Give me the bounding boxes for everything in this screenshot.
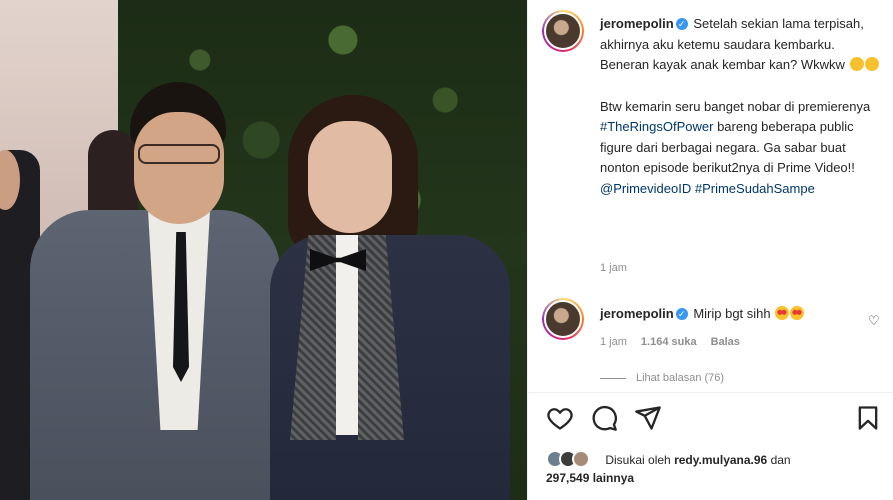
- comment-username[interactable]: jeromepolin: [600, 306, 674, 321]
- post-photo[interactable]: [0, 0, 527, 500]
- share-icon[interactable]: [634, 404, 662, 432]
- caption-text-a: Btw kemarin seru banget nobar di premier…: [600, 98, 871, 114]
- comment-icon[interactable]: [590, 404, 618, 432]
- instagram-post: jeromepolin ✓ Setelah sekian lama terpisa…: [0, 0, 893, 500]
- heart-icon[interactable]: [546, 404, 574, 432]
- author-avatar[interactable]: [542, 10, 584, 52]
- liked-by-user[interactable]: redy.mulyana.96: [674, 453, 767, 467]
- caption-username[interactable]: jeromepolin: [600, 16, 674, 31]
- verified-badge-icon: ✓: [675, 18, 688, 30]
- mention-link[interactable]: @PrimevideoID: [600, 181, 691, 196]
- liker-avatar: [572, 450, 590, 468]
- comment-likes[interactable]: 1.164 suka: [641, 336, 697, 348]
- comment: jeromepolin ✓ Mirip bgt sihh: [600, 306, 860, 321]
- comment-timestamp: 1 jam: [600, 336, 627, 348]
- likes-count[interactable]: 297,549 lainnya: [546, 471, 634, 485]
- heart-eyes-emoji-icon: [775, 306, 790, 320]
- comment-text: Mirip bgt sihh: [693, 306, 771, 321]
- view-replies-button[interactable]: Lihat balasan (76): [600, 372, 724, 384]
- post-caption: jeromepolin ✓ Setelah sekian lama terpisa…: [600, 14, 880, 199]
- laughing-emoji-icon: [849, 57, 864, 71]
- view-replies-label: Lihat balasan (76): [636, 372, 725, 384]
- post-side-panel: jeromepolin ✓ Setelah sekian lama terpisa…: [527, 0, 893, 500]
- verified-badge-icon: ✓: [675, 308, 688, 320]
- comment-meta: 1 jam 1.164 suka Balas: [600, 336, 740, 348]
- reply-button[interactable]: Balas: [711, 336, 740, 348]
- laughing-emoji-icon: [864, 57, 879, 71]
- liked-by-avatars: [546, 450, 602, 468]
- post-actions: [546, 404, 882, 432]
- hashtag-link[interactable]: #TheRingsOfPower: [600, 119, 713, 134]
- caption-paragraph-2: Btw kemarin seru banget nobar di premier…: [600, 97, 880, 200]
- replies-divider-line: [600, 377, 626, 379]
- bookmark-icon[interactable]: [854, 404, 882, 432]
- person-left-glasses: [30, 82, 280, 500]
- caption-timestamp: 1 jam: [600, 262, 627, 274]
- heart-eyes-emoji-icon: [790, 306, 805, 320]
- liked-by: Disukai oleh redy.mulyana.96 dan 297,549…: [546, 450, 876, 487]
- liked-by-prefix: Disukai oleh: [605, 453, 671, 467]
- liked-by-connector: dan: [770, 453, 791, 467]
- hashtag-link[interactable]: #PrimeSudahSampe: [695, 181, 815, 196]
- divider: [528, 392, 893, 393]
- commenter-avatar[interactable]: [542, 298, 584, 340]
- comment-like-heart-icon[interactable]: ♡: [868, 313, 880, 329]
- person-right-long-hair: [270, 95, 510, 500]
